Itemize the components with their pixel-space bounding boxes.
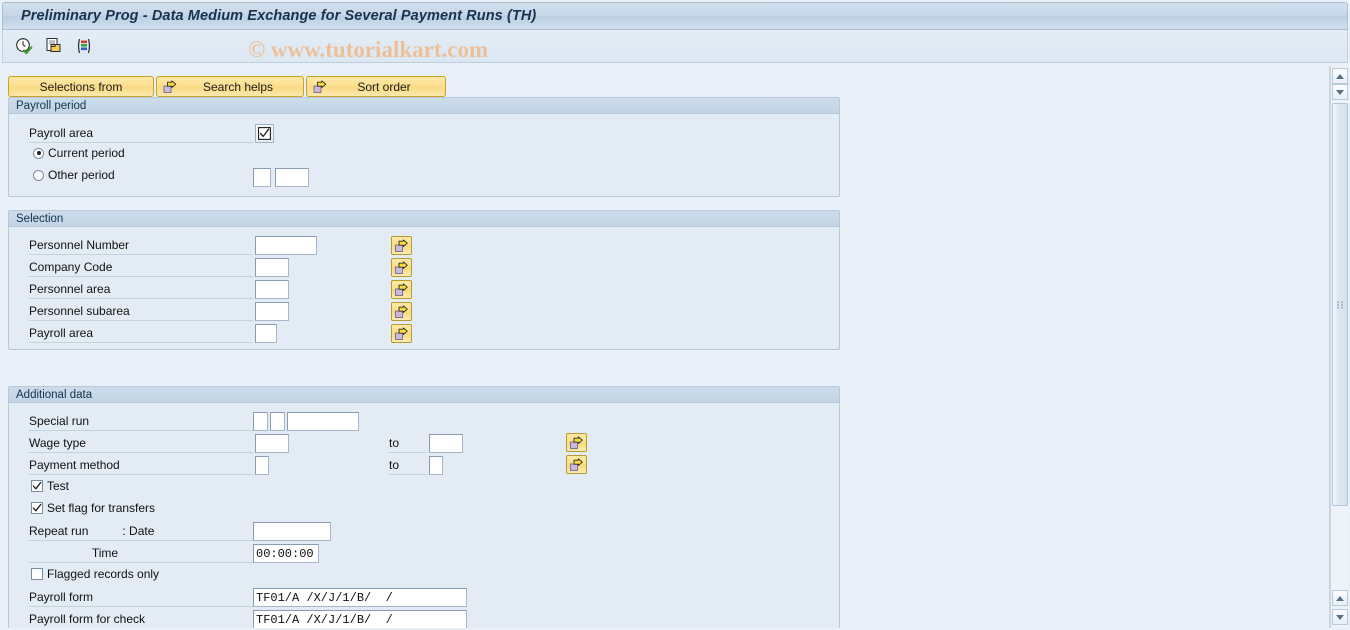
- radio-other-period[interactable]: Other period: [33, 168, 115, 182]
- personnel-subarea-input[interactable]: [255, 302, 289, 321]
- personnel-number-input[interactable]: [255, 236, 317, 255]
- scroll-up-button-top[interactable]: [1332, 68, 1348, 84]
- label-wage-type: Wage type: [29, 434, 253, 453]
- payroll-area-match-button[interactable]: [255, 124, 274, 143]
- checkbox-set-flag-box: [31, 502, 43, 514]
- personnel-area-multiple-selection-button[interactable]: [391, 280, 412, 299]
- checkbox-test-label: Test: [47, 479, 70, 493]
- label-payroll-form: Payroll form: [29, 588, 253, 607]
- checkbox-set-flag-label: Set flag for transfers: [47, 501, 156, 515]
- execute-clock-icon[interactable]: [11, 33, 37, 59]
- wage-type-from-input[interactable]: [255, 434, 289, 453]
- company-code-multiple-selection-button[interactable]: [391, 258, 412, 277]
- selection-payroll-area-input[interactable]: [255, 324, 277, 343]
- radio-current-period-indicator: [33, 147, 44, 159]
- label-company-code: Company Code: [29, 258, 253, 277]
- group-additional-data: Additional data Special run Wage type to: [8, 386, 840, 628]
- application-toolbar: [2, 30, 1348, 63]
- other-period-field-2[interactable]: [275, 168, 309, 187]
- chevron-up-icon: [1336, 595, 1344, 601]
- personnel-subarea-multiple-selection-button[interactable]: [391, 302, 412, 321]
- checkbox-set-flag-for-transfers[interactable]: Set flag for transfers: [31, 501, 155, 515]
- payment-method-from-input[interactable]: [255, 456, 269, 475]
- payment-method-multiple-selection-button[interactable]: [566, 455, 587, 474]
- checkbox-flagged-records-box: [31, 568, 43, 580]
- checkbox-flagged-records-label: Flagged records only: [47, 567, 160, 581]
- label-time: Time: [29, 544, 253, 563]
- label-payroll-form-for-check: Payroll form for check: [29, 610, 253, 628]
- selection-screen-content: Payroll period Payroll area Current peri…: [2, 66, 1328, 628]
- page-title: Preliminary Prog - Data Medium Exchange …: [21, 8, 537, 24]
- chevron-down-icon: [1336, 89, 1344, 95]
- personnel-number-multiple-selection-button[interactable]: [391, 236, 412, 255]
- label-personnel-area: Personnel area: [29, 280, 253, 299]
- watermark-text: © www.tutorialkart.com: [248, 37, 489, 62]
- scroll-down-button-bottom[interactable]: [1332, 609, 1348, 625]
- special-run-input-1[interactable]: [253, 412, 268, 431]
- group-payroll-period: Payroll period Payroll area Current peri…: [8, 97, 840, 197]
- group-additional-data-body: Special run Wage type to Payment method: [9, 403, 839, 628]
- group-selection: Selection Personnel Number Company Code: [8, 210, 840, 350]
- group-additional-data-title: Additional data: [16, 388, 93, 401]
- label-repeat-run-date-text: : Date: [122, 524, 155, 538]
- wage-type-multiple-selection-button[interactable]: [566, 433, 587, 452]
- selection-payroll-area-multiple-selection-button[interactable]: [391, 324, 412, 343]
- vertical-scrollbar[interactable]: [1330, 66, 1348, 628]
- label-personnel-number: Personnel Number: [29, 236, 253, 255]
- label-payroll-area: Payroll area: [29, 124, 253, 143]
- radio-other-period-indicator: [33, 169, 44, 181]
- repeat-run-date-input[interactable]: [253, 522, 331, 541]
- payment-method-to-input[interactable]: [429, 456, 443, 475]
- chevron-up-icon: [1336, 73, 1344, 79]
- group-selection-body: Personnel Number Company Code Personnel …: [9, 227, 839, 349]
- payroll-form-input[interactable]: [253, 588, 467, 607]
- radio-other-period-label: Other period: [48, 168, 115, 182]
- label-wage-type-to: to: [389, 434, 427, 453]
- label-special-run: Special run: [29, 412, 253, 431]
- other-period-field-1[interactable]: [253, 168, 271, 187]
- label-selection-payroll-area: Payroll area: [29, 324, 253, 343]
- payroll-form-for-check-input[interactable]: [253, 610, 467, 628]
- personnel-area-input[interactable]: [255, 280, 289, 299]
- group-payroll-period-body: Payroll area Current period Other period: [9, 114, 839, 196]
- group-payroll-period-header: Payroll period: [9, 98, 839, 114]
- scroll-down-button-top[interactable]: [1332, 84, 1348, 100]
- scrollbar-thumb[interactable]: [1332, 103, 1348, 506]
- color-bars-icon[interactable]: [71, 33, 97, 59]
- scrollbar-grip-icon: [1337, 301, 1343, 308]
- group-selection-title: Selection: [16, 212, 64, 225]
- group-selection-header: Selection: [9, 211, 839, 227]
- time-input[interactable]: [253, 544, 319, 563]
- label-personnel-subarea: Personnel subarea: [29, 302, 253, 321]
- group-additional-data-header: Additional data: [9, 387, 839, 403]
- group-payroll-period-title: Payroll period: [16, 99, 87, 112]
- label-repeat-run: Repeat run : Date: [29, 522, 253, 541]
- label-payment-method: Payment method: [29, 456, 253, 475]
- label-time-text: Time: [91, 546, 119, 560]
- radio-current-period[interactable]: Current period: [33, 146, 125, 160]
- wage-type-to-input[interactable]: [429, 434, 463, 453]
- special-run-input-2[interactable]: [270, 412, 285, 431]
- copy-variant-icon[interactable]: [41, 33, 67, 59]
- chevron-down-icon: [1336, 614, 1344, 620]
- company-code-input[interactable]: [255, 258, 289, 277]
- scroll-up-button-bottom[interactable]: [1332, 590, 1348, 606]
- window-title-bar: Preliminary Prog - Data Medium Exchange …: [2, 2, 1348, 30]
- checkbox-test[interactable]: Test: [31, 479, 69, 493]
- special-run-input-3[interactable]: [287, 412, 359, 431]
- checkbox-flagged-records-only[interactable]: Flagged records only: [31, 567, 159, 581]
- radio-current-period-label: Current period: [48, 146, 125, 160]
- sap-application-window: Preliminary Prog - Data Medium Exchange …: [0, 0, 1350, 630]
- checkbox-test-box: [31, 480, 43, 492]
- label-payment-method-to: to: [389, 456, 427, 475]
- label-repeat-run-text: Repeat run: [29, 524, 89, 538]
